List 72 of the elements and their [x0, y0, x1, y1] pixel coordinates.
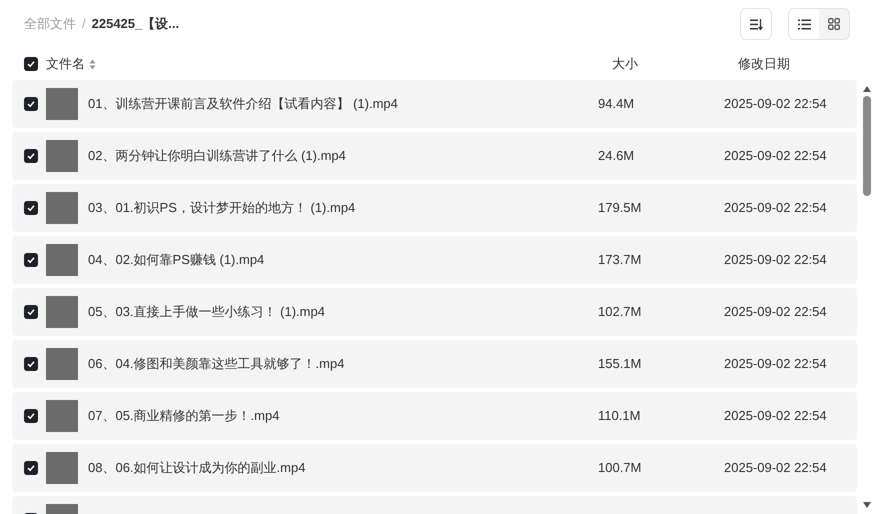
checkmark-icon [27, 100, 35, 108]
file-name: 05、03.直接上手做一些小练习！ (1).mp4 [88, 304, 325, 320]
checkbox[interactable] [24, 253, 38, 267]
video-thumbnail [46, 88, 78, 120]
column-header[interactable]: 文件名 [46, 54, 85, 74]
scroll-down-icon [863, 502, 871, 508]
modified-date: 2025-09-02 22:54 [724, 252, 827, 268]
file-row[interactable]: 07、05.商业精修的第一步！.mp4 110.1M 2025-09-02 22:54 [12, 392, 857, 440]
file-row[interactable]: 05、03.直接上手做一些小练习！ (1).mp4 102.7M 2025-09-02 22:54 [12, 288, 857, 336]
breadcrumb-separator: / [82, 15, 86, 34]
file-size: 173.7M [598, 252, 642, 268]
sort-button[interactable] [740, 8, 772, 40]
checkmark-icon [27, 152, 35, 160]
file-name: 02、两分钟让你明白训练营讲了什么 (1).mp4 [88, 148, 346, 164]
checkmark-icon [27, 412, 35, 420]
scrollbar-thumb[interactable] [863, 96, 871, 196]
file-name: 08、06.如何让设计成为你的副业.mp4 [88, 460, 306, 476]
modified-date: 2025-09-02 22:54 [724, 96, 827, 112]
file-name: 04、02.如何靠PS赚钱 (1).mp4 [88, 252, 264, 268]
file-size: 24.6M [598, 148, 634, 164]
view-toggle-button[interactable] [789, 9, 819, 39]
checkbox[interactable] [24, 357, 38, 371]
video-thumbnail [46, 192, 78, 224]
column-header[interactable]: 大小 [612, 54, 738, 74]
checkmark-icon [27, 60, 35, 68]
file-name: 07、05.商业精修的第一步！.mp4 [88, 408, 280, 424]
file-name: 03、01.初识PS，设计梦开始的地方！ (1).mp4 [88, 200, 356, 216]
file-row[interactable]: 01、训练营开课前言及软件介绍【试看内容】 (1).mp4 94.4M 2025-09-02 22:54 [12, 80, 857, 128]
checkmark-icon [27, 464, 35, 472]
grid-icon [828, 18, 840, 30]
file-size: 179.5M [598, 200, 642, 216]
modified-date: 2025-09-02 22:54 [724, 200, 827, 216]
video-thumbnail [46, 244, 78, 276]
file-size: 110.1M [598, 408, 640, 424]
file-size: 102.7M [598, 304, 642, 320]
checkbox[interactable] [24, 149, 38, 163]
checkmark-icon [27, 360, 35, 368]
file-name: 01、训练营开课前言及软件介绍【试看内容】 (1).mp4 [88, 96, 398, 112]
modified-date: 2025-09-02 22:54 [724, 356, 827, 372]
column-header[interactable]: 修改日期 [738, 54, 790, 74]
sort-icon [750, 18, 762, 30]
checkbox[interactable] [24, 57, 38, 71]
checkbox[interactable] [24, 409, 38, 423]
list-icon [798, 18, 810, 30]
checkbox[interactable] [24, 97, 38, 111]
checkmark-icon [27, 308, 35, 316]
video-thumbnail [46, 452, 78, 484]
file-size: 94.4M [598, 96, 634, 112]
breadcrumb-current: 225425_【设... [92, 15, 180, 34]
video-thumbnail [46, 348, 78, 380]
video-thumbnail [46, 296, 78, 328]
file-row[interactable]: 04、02.如何靠PS赚钱 (1).mp4 173.7M 2025-09-02 22:54 [12, 236, 857, 284]
file-size: 155.1M [598, 356, 642, 372]
file-name: 06、04.修图和美颜靠这些工具就够了！.mp4 [88, 356, 344, 372]
checkmark-icon [27, 204, 35, 212]
modified-date: 2025-09-02 22:54 [724, 460, 827, 476]
video-thumbnail [46, 140, 78, 172]
file-row[interactable]: 03、01.初识PS，设计梦开始的地方！ (1).mp4 179.5M 2025-09-02 22:54 [12, 184, 857, 232]
file-row[interactable]: 02、两分钟让你明白训练营讲了什么 (1).mp4 24.6M 2025-09-02 22:54 [12, 132, 857, 180]
modified-date: 2025-09-02 22:54 [724, 408, 827, 424]
sort-arrows-icon [89, 58, 96, 70]
modified-date: 2025-09-02 22:54 [724, 304, 827, 320]
checkmark-icon [27, 256, 35, 264]
checkbox[interactable] [24, 305, 38, 319]
scroll-up-icon [863, 86, 871, 92]
modified-date: 2025-09-02 22:54 [724, 148, 827, 164]
file-row[interactable]: 06、04.修图和美颜靠这些工具就够了！.mp4 155.1M 2025-09-02 22:54 [12, 340, 857, 388]
video-thumbnail [46, 400, 78, 432]
checkbox[interactable] [24, 201, 38, 215]
file-row[interactable]: 08、06.如何让设计成为你的副业.mp4 100.7M 2025-09-02 22:54 [12, 444, 857, 492]
checkbox[interactable] [24, 461, 38, 475]
file-size: 100.7M [598, 460, 642, 476]
